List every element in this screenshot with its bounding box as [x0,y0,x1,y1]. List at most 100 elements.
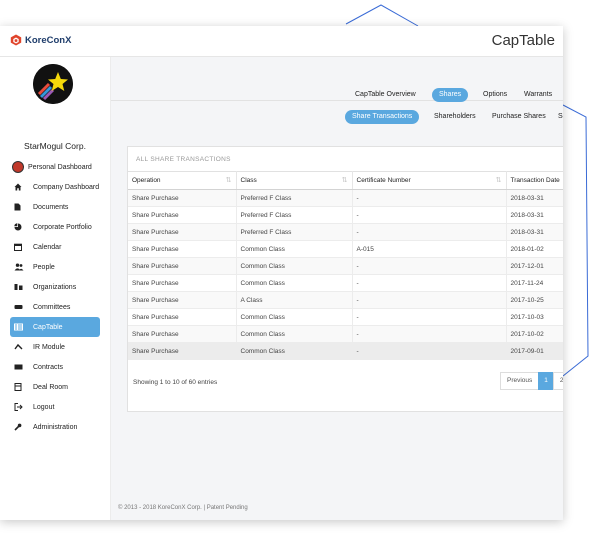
cell-operation: Share Purchase [128,308,237,326]
table-header-row: Operation ⇅ Class ⇅ Certificate Number ⇅ Tr… [128,171,563,190]
cell-transaction-date: 2018-03-31 [506,223,563,241]
sidebar-item-deal-room[interactable]: Deal Room [10,377,100,397]
table-row[interactable]: Share Purchase Common Class A-015 2018-0… [128,240,563,258]
user-avatar-icon [12,161,24,173]
ir-module-icon [14,342,27,352]
sidebar-item-logout[interactable]: Logout [10,397,100,417]
table-row[interactable]: Share Purchase Common Class - 2017-09-01 [128,342,563,360]
star-logo-icon [33,64,73,104]
cell-operation: Share Purchase [128,240,237,258]
share-transactions-card: ALL SHARE TRANSACTIONS Operation ⇅ Class ⇅… [127,146,563,412]
cell-operation: Share Purchase [128,189,237,207]
tab-shares[interactable]: Shares [432,88,469,102]
cell-transaction-date: 2017-09-01 [506,342,563,360]
page-title: CapTable [491,32,555,49]
sidebar: StarMogul Corp. Personal Dashboard Compa… [0,57,111,520]
committees-icon [14,302,27,312]
previous-page-button[interactable]: Previous [500,372,540,390]
cell-operation: Share Purchase [128,223,237,241]
cell-certificate-number: A-015 [352,240,507,258]
sidebar-item-contracts[interactable]: Contracts [10,357,100,377]
sidebar-item-people[interactable]: People [10,257,100,277]
table-row[interactable]: Share Purchase Common Class - 2017-12-01 [128,257,563,275]
tab-sc[interactable]: Sc [558,110,563,124]
page-1-button[interactable]: 1 [538,372,554,390]
transactions-table: Operation ⇅ Class ⇅ Certificate Number ⇅ Tr… [128,171,563,360]
tab-bar: CapTable Overview Shares Options Warrant… [111,57,563,124]
table-row[interactable]: Share Purchase Preferred F Class - 2018-… [128,206,563,224]
table-row[interactable]: Share Purchase Preferred F Class - 2018-… [128,189,563,207]
cell-transaction-date: 2017-12-01 [506,257,563,275]
sidebar-item-label: People [33,263,55,271]
sort-icon: ⇅ [341,177,348,184]
koreconx-logo[interactable]: KoreConX [10,34,71,46]
cell-class: Common Class [236,240,353,258]
cell-class: Common Class [236,342,353,360]
company-avatar[interactable] [33,64,73,104]
cell-class: Common Class [236,325,353,343]
sidebar-item-label: Contracts [33,363,63,371]
sidebar-nav: Personal Dashboard Company Dashboard Doc… [0,157,110,437]
sidebar-item-label: Company Dashboard [33,183,100,191]
column-header-certificate-number[interactable]: Certificate Number ⇅ [352,171,507,190]
cell-certificate-number: - [352,206,507,224]
secondary-tabs: Share Transactions Shareholders Purchase… [111,110,563,124]
cell-transaction-date: 2017-10-02 [506,325,563,343]
sidebar-item-label: Committees [33,303,71,311]
cell-class: Preferred F Class [236,206,353,224]
sidebar-item-captable[interactable]: CapTable [10,317,100,337]
cell-operation: Share Purchase [128,274,237,292]
sidebar-item-label: Calendar [33,243,62,251]
sidebar-item-label: Organizations [33,283,77,291]
cell-class: Preferred F Class [236,189,353,207]
sidebar-item-ir-module[interactable]: IR Module [10,337,100,357]
sort-icon: ⇅ [495,177,502,184]
sidebar-item-committees[interactable]: Committees [10,297,100,317]
column-header-class[interactable]: Class ⇅ [236,171,353,190]
sidebar-item-administration[interactable]: Administration [10,417,100,437]
cell-operation: Share Purchase [128,206,237,224]
top-bar: KoreConX CapTable [0,26,563,57]
sidebar-item-label: Administration [33,423,78,431]
sort-icon: ⇅ [225,177,232,184]
cell-operation: Share Purchase [128,342,237,360]
column-header-transaction-date[interactable]: Transaction Date [506,171,563,190]
column-header-operation[interactable]: Operation ⇅ [128,171,237,190]
cell-class: Common Class [236,257,353,275]
table-row[interactable]: Share Purchase Common Class - 2017-10-03 [128,308,563,326]
sidebar-item-calendar[interactable]: Calendar [10,237,100,257]
cell-certificate-number: - [352,342,507,360]
tab-warrants[interactable]: Warrants [524,88,552,102]
tab-captable-overview[interactable]: CapTable Overview [355,88,416,102]
document-icon [14,202,27,212]
tab-purchase-shares[interactable]: Purchase Shares [492,110,546,124]
sidebar-item-personal-dashboard[interactable]: Personal Dashboard [10,157,100,177]
sidebar-item-label: Corporate Portfolio [33,223,92,231]
sidebar-item-documents[interactable]: Documents [10,197,100,217]
entries-info: Showing 1 to 10 of 60 entries [133,379,218,386]
table-row[interactable]: Share Purchase Common Class - 2017-10-02 [128,325,563,343]
table-row[interactable]: Share Purchase A Class - 2017-10-25 [128,291,563,309]
table-row[interactable]: Share Purchase Common Class - 2017-11-24 [128,274,563,292]
cell-certificate-number: - [352,325,507,343]
sidebar-item-label: Logout [33,403,55,411]
koreconx-logo-icon [10,34,22,46]
cell-transaction-date: 2018-01-02 [506,240,563,258]
tab-share-transactions[interactable]: Share Transactions [345,110,420,124]
cell-class: Preferred F Class [236,223,353,241]
tab-options[interactable]: Options [483,88,507,102]
sidebar-item-organizations[interactable]: Organizations [10,277,100,297]
cell-operation: Share Purchase [128,257,237,275]
cell-operation: Share Purchase [128,325,237,343]
sidebar-item-corporate-portfolio[interactable]: Corporate Portfolio [10,217,100,237]
main-content: CapTable Overview Shares Options Warrant… [111,57,563,520]
cell-certificate-number: - [352,223,507,241]
cell-transaction-date: 2018-03-31 [506,189,563,207]
table-icon [14,322,27,332]
table-row[interactable]: Share Purchase Preferred F Class - 2018-… [128,223,563,241]
sidebar-item-label: CapTable [33,323,63,331]
wrench-icon [14,422,27,432]
tab-shareholders[interactable]: Shareholders [434,110,476,124]
page-2-button[interactable]: 2 [552,372,563,390]
sidebar-item-company-dashboard[interactable]: Company Dashboard [10,177,100,197]
